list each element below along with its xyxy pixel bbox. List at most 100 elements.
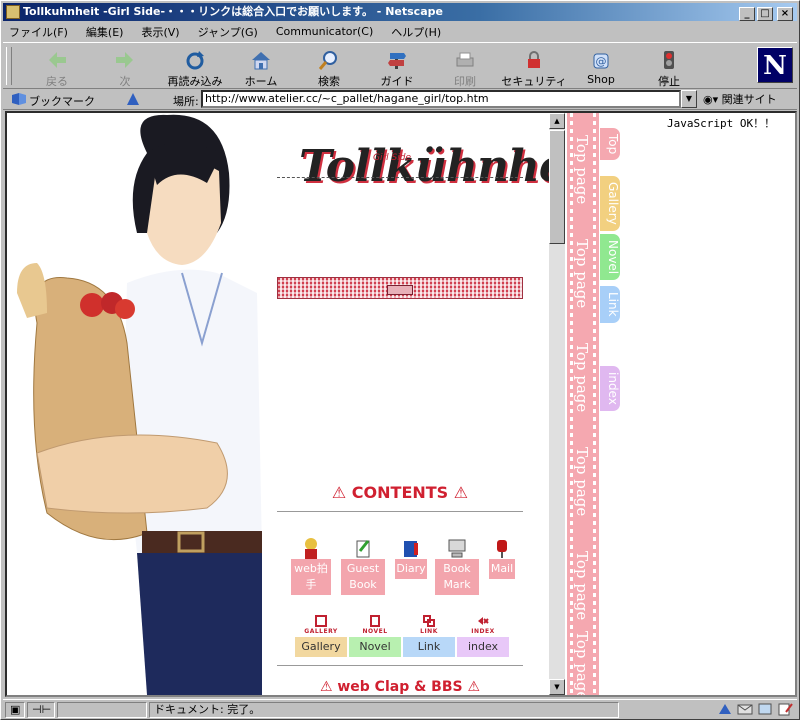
menu-item-bookmark-label: Book Mark bbox=[435, 559, 479, 595]
ribbon-label: Top page bbox=[573, 135, 591, 205]
title-bar: Tollkuhnheit -Girl Side-・・・リンクは総合入口でお願いし… bbox=[3, 3, 797, 21]
guide-button[interactable]: ガイド bbox=[367, 47, 427, 88]
navigator-icon[interactable] bbox=[717, 702, 733, 716]
back-button[interactable]: 戻る bbox=[27, 47, 87, 88]
stop-button[interactable]: 停止 bbox=[639, 47, 699, 88]
print-button[interactable]: 印刷 bbox=[435, 47, 495, 88]
security-button[interactable]: セキュリティ bbox=[501, 47, 567, 88]
menu-edit[interactable]: 編集(E) bbox=[86, 24, 124, 40]
category-gallery-title: GALLERY bbox=[304, 628, 338, 635]
bookmarks-button[interactable]: ブックマーク bbox=[29, 93, 95, 109]
related-sites-icon: ◉▾ bbox=[703, 93, 722, 106]
mailbox-icon bbox=[491, 537, 513, 559]
back-arrow-icon bbox=[46, 49, 68, 71]
mail-icon[interactable] bbox=[737, 702, 753, 716]
stop-icon bbox=[658, 49, 680, 71]
index-icon bbox=[477, 615, 489, 627]
print-label: 印刷 bbox=[454, 75, 476, 88]
menu-view[interactable]: 表示(V) bbox=[141, 24, 179, 40]
category-index[interactable]: INDEX index bbox=[457, 615, 509, 657]
scroll-up-button[interactable]: ▲ bbox=[549, 113, 565, 129]
toolbar-grip[interactable] bbox=[6, 47, 12, 85]
menu-item-bookmark[interactable]: Book Mark bbox=[435, 537, 479, 595]
site-logo[interactable]: Tollkühnheit Girl Side bbox=[299, 131, 549, 221]
maximize-button[interactable]: □ bbox=[757, 7, 773, 21]
menu-item-guestbook-label: Guest Book bbox=[341, 559, 385, 595]
category-novel-label: Novel bbox=[349, 637, 401, 657]
tab-top[interactable]: Top bbox=[599, 127, 621, 162]
category-gallery-label: Gallery bbox=[295, 637, 347, 657]
page-proxy-icon[interactable] bbox=[125, 91, 141, 107]
related-sites-button[interactable]: ◉▾ 関連サイト bbox=[703, 91, 777, 107]
menu-item-webclap-label: web拍手 bbox=[291, 559, 331, 595]
menu-file[interactable]: ファイル(F) bbox=[9, 24, 68, 40]
status-text: ドキュメント: 完了。 bbox=[149, 702, 619, 718]
menu-item-mail-label: Mail bbox=[489, 559, 515, 579]
browser-window: Tollkuhnheit -Girl Side-・・・リンクは総合入口でお願いし… bbox=[0, 0, 800, 720]
category-link[interactable]: LINK Link bbox=[403, 615, 455, 657]
forward-label: 次 bbox=[119, 75, 131, 88]
menu-help[interactable]: ヘルプ(H) bbox=[391, 24, 441, 40]
search-button[interactable]: 検索 bbox=[299, 47, 359, 88]
menu-item-diary[interactable]: Diary bbox=[395, 537, 427, 579]
status-bar: ▣ ⊣⊢ ドキュメント: 完了。 bbox=[3, 699, 797, 719]
close-button[interactable]: × bbox=[777, 7, 793, 21]
novel-icon bbox=[369, 615, 381, 627]
top-page-ribbon[interactable]: Top page Top page Top page Top page Top … bbox=[567, 113, 599, 695]
menu-go[interactable]: ジャンプ(G) bbox=[198, 24, 258, 40]
computer-icon bbox=[446, 537, 468, 559]
window-title: Tollkuhnheit -Girl Side-・・・リンクは総合入口でお願いし… bbox=[23, 5, 443, 18]
app-icon bbox=[6, 5, 20, 19]
brick-banner-center bbox=[387, 285, 413, 295]
vertical-scrollbar[interactable]: ▲ ▼ bbox=[549, 113, 565, 695]
location-label: 場所: bbox=[173, 95, 199, 108]
pen-icon bbox=[352, 537, 374, 559]
tab-index[interactable]: index bbox=[599, 365, 621, 412]
ribbon-labels: Top page Top page Top page Top page Top … bbox=[573, 113, 595, 695]
progress-panel bbox=[57, 702, 147, 718]
related-sites-label: 関連サイト bbox=[721, 93, 777, 106]
home-button[interactable]: ホーム bbox=[231, 47, 291, 88]
shop-button[interactable]: @ Shop bbox=[571, 47, 631, 87]
category-novel[interactable]: NOVEL Novel bbox=[349, 615, 401, 657]
bookmark-icon bbox=[11, 92, 27, 106]
composer-icon[interactable] bbox=[777, 702, 793, 716]
shop-label: Shop bbox=[587, 73, 615, 86]
logo-text: Tollkühnheit bbox=[299, 141, 549, 192]
guide-label: ガイド bbox=[380, 75, 414, 88]
menu-communicator[interactable]: Communicator(C) bbox=[276, 25, 373, 38]
minimize-button[interactable]: _ bbox=[739, 7, 755, 21]
ribbon-label: Top page bbox=[573, 239, 591, 309]
menu-item-mail[interactable]: Mail bbox=[489, 537, 515, 579]
url-dropdown-button[interactable]: ▼ bbox=[681, 90, 697, 108]
category-link-title: LINK bbox=[420, 628, 438, 635]
newsgroup-icon[interactable] bbox=[757, 702, 773, 716]
security-label: セキュリティ bbox=[501, 75, 567, 88]
netscape-logo[interactable]: N bbox=[757, 47, 793, 83]
menu-bar: ファイル(F) 編集(E) 表示(V) ジャンプ(G) Communicator… bbox=[3, 22, 797, 41]
component-bar bbox=[717, 702, 793, 716]
connection-icon: ⊣⊢ bbox=[27, 702, 55, 718]
reload-button[interactable]: 再読み込み bbox=[159, 47, 231, 88]
search-icon bbox=[318, 49, 340, 71]
ribbon-label: Top page bbox=[573, 343, 591, 413]
menu-item-diary-label: Diary bbox=[395, 559, 427, 579]
scroll-thumb[interactable] bbox=[549, 130, 565, 244]
category-gallery[interactable]: GALLERY Gallery bbox=[295, 615, 347, 657]
forward-arrow-icon bbox=[114, 49, 136, 71]
book-icon bbox=[400, 537, 422, 559]
security-indicator-icon[interactable]: ▣ bbox=[5, 702, 25, 718]
tab-gallery[interactable]: Gallery bbox=[599, 175, 621, 232]
tab-novel[interactable]: Novel bbox=[599, 233, 621, 282]
menu-item-guestbook[interactable]: Guest Book bbox=[341, 537, 385, 595]
forward-button[interactable]: 次 bbox=[95, 47, 155, 88]
menu-item-webclap[interactable]: web拍手 bbox=[291, 537, 331, 595]
lock-icon bbox=[523, 49, 545, 71]
javascript-status: JavaScript OK！！ bbox=[667, 117, 776, 130]
url-input[interactable]: http://www.atelier.cc/~c_pallet/hagane_g… bbox=[201, 90, 681, 108]
home-icon bbox=[250, 49, 272, 71]
scroll-down-button[interactable]: ▼ bbox=[549, 679, 565, 695]
tab-link[interactable]: Link bbox=[599, 285, 621, 324]
category-novel-title: NOVEL bbox=[362, 628, 388, 635]
contents-divider bbox=[277, 511, 523, 512]
